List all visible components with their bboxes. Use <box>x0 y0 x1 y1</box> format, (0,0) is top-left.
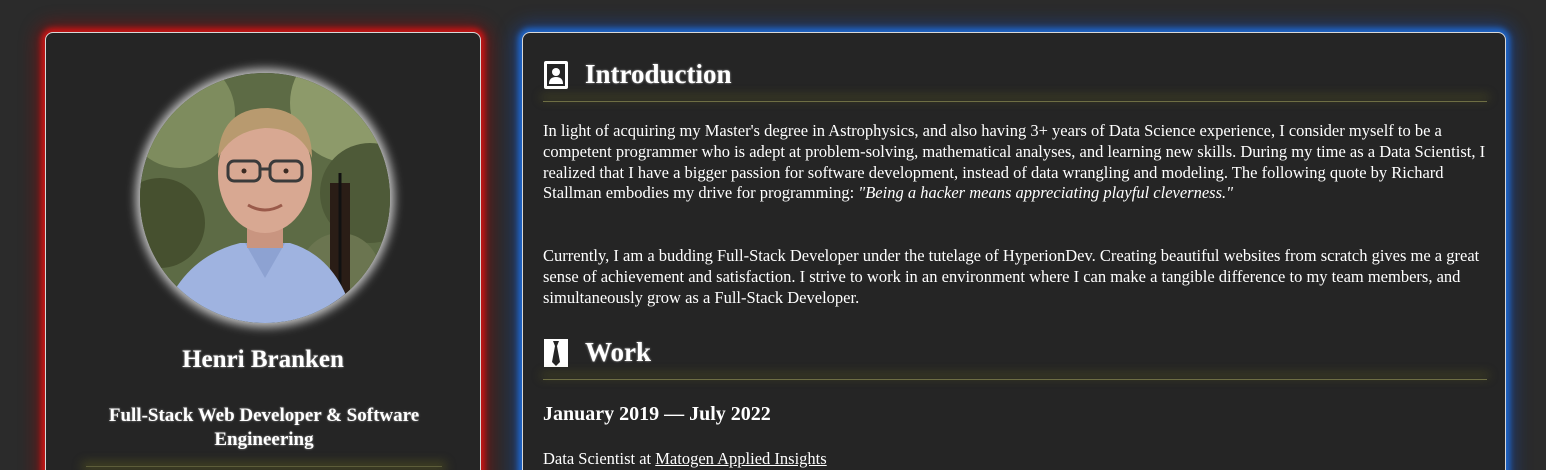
avatar <box>140 73 390 323</box>
stallman-quote: "Being a hacker means appreciating playf… <box>858 183 1234 203</box>
profile-name: Henri Branken <box>182 346 344 373</box>
introduction-paragraph-1: In light of acquiring my Master's degree… <box>543 121 1488 204</box>
work-role: Data Scientist at Matogen Applied Insigh… <box>543 449 827 469</box>
profile-divider <box>86 466 442 467</box>
profile-role: Full-Stack Web Developer & Software Engi… <box>108 405 420 450</box>
work-rule <box>543 379 1487 380</box>
work-role-prefix: Data Scientist at <box>543 449 656 468</box>
introduction-paragraph-2: Currently, I am a budding Full-Stack Dev… <box>543 246 1480 307</box>
introduction-heading: Introduction <box>543 59 732 90</box>
contact-card-icon <box>543 60 569 90</box>
work-dates: January 2019 — July 2022 <box>543 403 771 425</box>
introduction-rule <box>543 101 1487 102</box>
introduction-title: Introduction <box>585 59 732 89</box>
work-title: Work <box>585 337 652 367</box>
profile-card: Henri Branken Full-Stack Web Developer &… <box>45 32 481 470</box>
work-heading: Work <box>543 337 651 368</box>
content-card: Introduction In light of acquiring my Ma… <box>522 32 1506 470</box>
company-link[interactable]: Matogen Applied Insights <box>655 449 826 468</box>
tie-icon <box>543 338 569 368</box>
page: Henri Branken Full-Stack Web Developer &… <box>0 0 1546 470</box>
